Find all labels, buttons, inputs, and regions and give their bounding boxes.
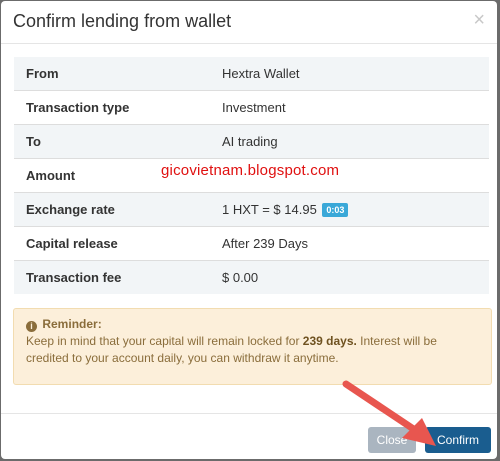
row-label-from: From — [14, 57, 210, 91]
reminder-text: Keep in mind that your capital will rema… — [26, 333, 479, 367]
confirm-lending-dialog: Confirm lending from wallet × From Hextr… — [1, 1, 497, 459]
row-value-capital-release: After 239 Days — [210, 226, 489, 261]
rate-timer-badge: 0:03 — [322, 203, 349, 217]
dialog-body: From Hextra Wallet Transaction type Inve… — [1, 44, 497, 416]
reminder-alert: i Reminder: Keep in mind that your capit… — [13, 308, 492, 385]
info-icon: i — [26, 321, 37, 332]
dialog-header: Confirm lending from wallet × — [1, 1, 497, 44]
exchange-rate-value: 1 HXT = $ 14.95 — [222, 202, 317, 217]
row-label-capital-release: Capital release — [14, 226, 210, 261]
confirm-button[interactable]: Confirm — [425, 427, 491, 453]
row-value-transaction-type: Investment — [210, 90, 489, 125]
reminder-heading: i Reminder: — [26, 316, 479, 333]
row-label-to: To — [14, 124, 210, 159]
dialog-title: Confirm lending from wallet — [13, 11, 232, 31]
table-row: To AI trading — [14, 124, 489, 159]
table-row: Exchange rate 1 HXT = $ 14.95 0:03 — [14, 192, 489, 227]
table-row: From Hextra Wallet — [14, 57, 489, 91]
reminder-title: Reminder: — [42, 317, 102, 331]
row-value-transaction-fee: $ 0.00 — [210, 260, 489, 294]
row-value-to: AI trading — [210, 124, 489, 159]
watermark-text: gicovietnam.blogspot.com — [161, 162, 340, 179]
table-row: Transaction type Investment — [14, 90, 489, 125]
dialog-footer: Close Confirm — [1, 413, 497, 459]
close-button[interactable]: Close — [368, 427, 416, 453]
row-label-transaction-fee: Transaction fee — [14, 260, 210, 294]
table-row: Transaction fee $ 0.00 — [14, 260, 489, 294]
table-row: Capital release After 239 Days — [14, 226, 489, 261]
row-label-transaction-type: Transaction type — [14, 90, 210, 125]
reminder-text-before: Keep in mind that your capital will rema… — [26, 334, 303, 348]
row-label-exchange-rate: Exchange rate — [14, 192, 210, 227]
reminder-lock-days: 239 days. — [302, 334, 357, 348]
close-icon[interactable]: × — [473, 9, 485, 31]
row-value-exchange-rate: 1 HXT = $ 14.95 0:03 — [210, 192, 489, 227]
row-value-from: Hextra Wallet — [210, 57, 489, 91]
